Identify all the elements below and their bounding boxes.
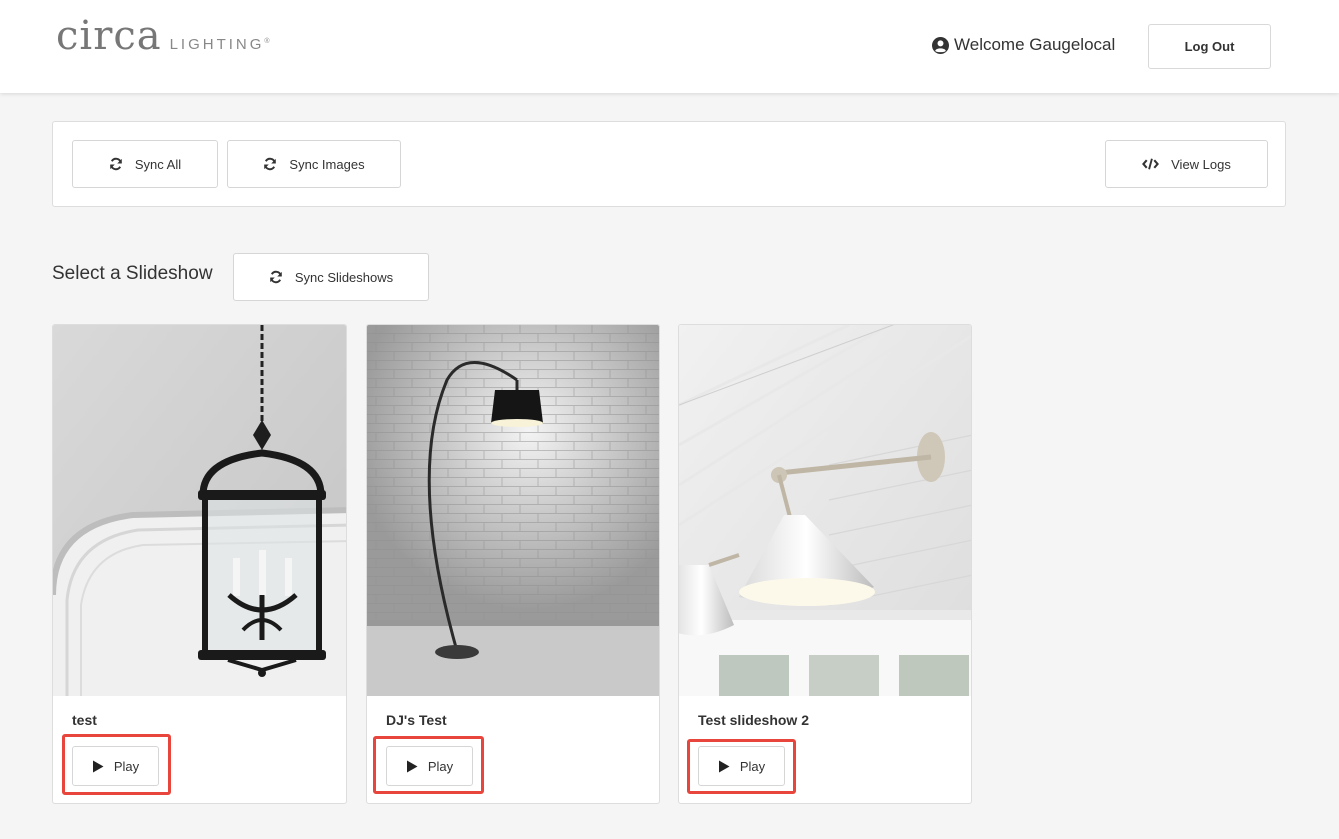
play-button[interactable]: Play bbox=[72, 746, 159, 786]
slideshow-card[interactable]: DJ's Test Play bbox=[366, 324, 660, 804]
play-icon bbox=[406, 760, 418, 772]
welcome-text: Welcome Gaugelocal bbox=[954, 35, 1116, 54]
play-label: Play bbox=[739, 758, 766, 774]
view-logs-label: View Logs bbox=[1171, 156, 1231, 172]
sync-slideshows-button[interactable]: Sync Slideshows bbox=[233, 253, 429, 301]
sync-icon bbox=[264, 157, 277, 171]
sync-images-button[interactable]: Sync Images bbox=[227, 140, 401, 188]
welcome-message: Welcome Gaugelocal bbox=[932, 35, 1115, 55]
play-button[interactable]: Play bbox=[698, 746, 785, 786]
section-title: Select a Slideshow bbox=[52, 263, 213, 284]
code-icon bbox=[1142, 158, 1160, 170]
sync-icon bbox=[110, 157, 122, 171]
slideshow-card[interactable]: Test slideshow 2 Play bbox=[678, 324, 972, 804]
user-circle-icon bbox=[932, 36, 949, 54]
logo-subtitle: LIGHTING® bbox=[169, 36, 273, 53]
slideshow-card[interactable]: test Play bbox=[52, 324, 347, 804]
sync-slideshows-label: Sync Slideshows bbox=[294, 269, 394, 285]
play-button[interactable]: Play bbox=[386, 746, 473, 786]
logout-button[interactable]: Log Out bbox=[1148, 24, 1271, 69]
view-logs-button[interactable]: View Logs bbox=[1105, 140, 1268, 188]
wall-sconce-image[interactable] bbox=[679, 325, 971, 696]
circa-lighting-logo[interactable]: circa LIGHTING® bbox=[56, 16, 273, 56]
logo-wordmark: circa bbox=[56, 13, 162, 59]
arc-floor-lamp-image[interactable] bbox=[367, 325, 659, 696]
lantern-chandelier-image[interactable] bbox=[53, 325, 346, 696]
sync-all-button[interactable]: Sync All bbox=[72, 140, 218, 188]
slideshow-title: test bbox=[72, 712, 97, 728]
header: circa LIGHTING® Welcome Gaugelocal Log O… bbox=[0, 0, 1339, 93]
sync-images-label: Sync Images bbox=[289, 156, 365, 172]
play-label: Play bbox=[113, 758, 140, 774]
slideshow-title: DJ's Test bbox=[386, 712, 447, 728]
sync-toolbar: Sync All Sync Images View Logs bbox=[52, 121, 1286, 207]
sync-all-label: Sync All bbox=[134, 156, 182, 172]
play-label: Play bbox=[427, 758, 454, 774]
play-icon bbox=[718, 760, 730, 772]
play-icon bbox=[92, 760, 104, 772]
slideshow-title: Test slideshow 2 bbox=[698, 712, 809, 728]
sync-icon bbox=[270, 270, 282, 284]
